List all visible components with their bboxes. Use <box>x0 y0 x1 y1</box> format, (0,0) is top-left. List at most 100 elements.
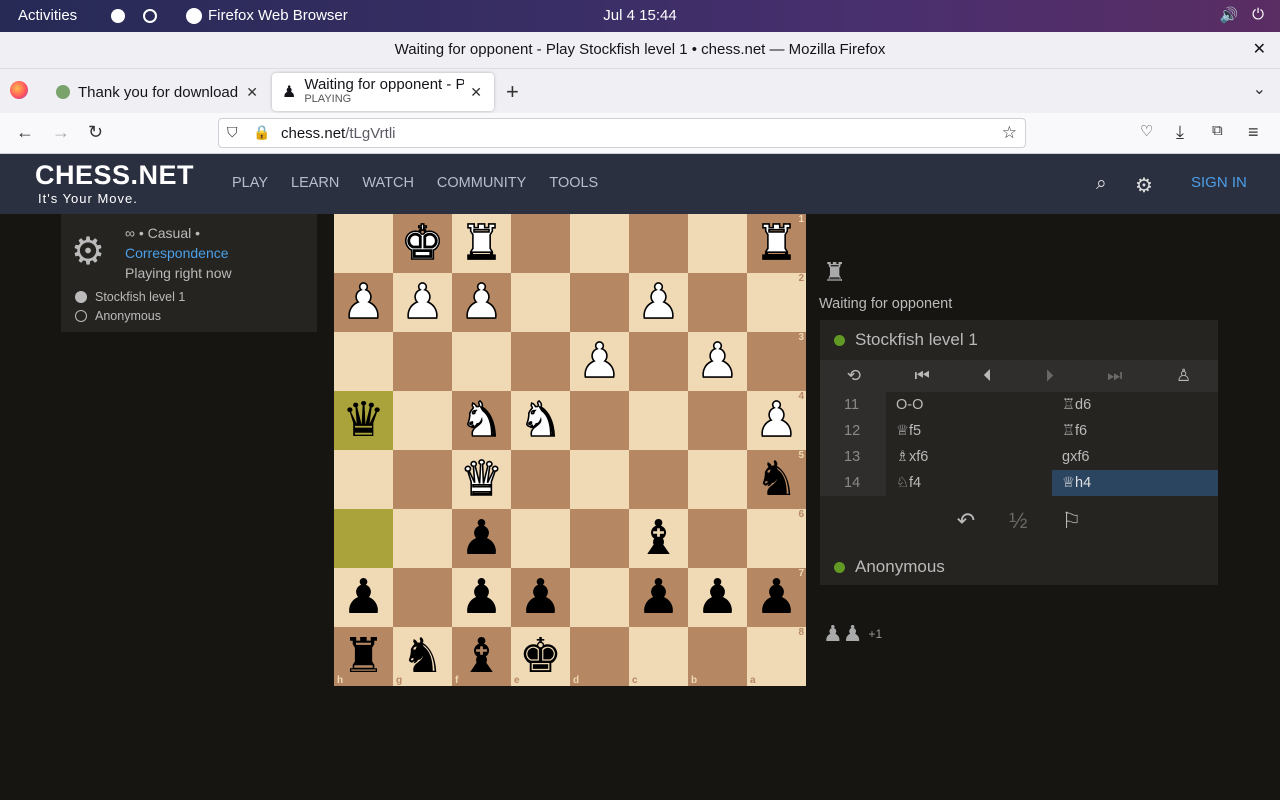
board-square[interactable]: ♟ <box>629 568 688 627</box>
search-icon[interactable]: ⌕ <box>1096 173 1107 195</box>
player-name[interactable]: Anonymous <box>95 309 161 323</box>
board-square[interactable] <box>570 391 629 450</box>
white-pawn-icon[interactable]: ♟ <box>400 277 445 327</box>
board-square[interactable] <box>511 273 570 332</box>
tab-waiting[interactable]: ♟ Waiting for opponent - Play Stockfish … <box>272 73 494 111</box>
board-square[interactable] <box>334 509 393 568</box>
system-tray[interactable]: 🔊 ⏻ <box>1219 6 1264 24</box>
chess-board[interactable]: ♚ ♜ ♜ 1 ♟ ♟ ♟ ♟ 2 ♟ ♟ 3 ♛ ♞ ♞ ♟ 4 ♛ ♞ 5 ♟ ♝ 6 ♟ ♟ ♟ ♟ ♟ ♟ 7 ♜ h ♞ g ♝ f ♚ e d c… <box>334 214 806 686</box>
board-square[interactable] <box>688 273 747 332</box>
black-move[interactable]: ♖d6 <box>1052 392 1218 418</box>
flip-board-icon[interactable]: ⟲ <box>847 366 861 386</box>
offer-draw-icon[interactable]: ½ <box>1009 508 1027 534</box>
board-square[interactable] <box>511 509 570 568</box>
board-square[interactable] <box>393 450 452 509</box>
black-knight-icon[interactable]: ♞ <box>401 632 444 681</box>
board-square[interactable] <box>629 391 688 450</box>
black-move[interactable]: gxf6 <box>1052 444 1218 470</box>
board-square[interactable] <box>511 214 570 273</box>
board-square[interactable]: ♟ <box>688 568 747 627</box>
resign-flag-icon[interactable]: ⚐ <box>1062 508 1082 534</box>
board-square[interactable]: ♚ <box>393 214 452 273</box>
black-pawn-icon[interactable]: ♟ <box>637 573 680 622</box>
board-square[interactable]: ♟ <box>334 568 393 627</box>
prev-move-icon[interactable]: ⏴ <box>983 366 992 386</box>
first-move-icon[interactable]: ⏮ <box>914 366 929 386</box>
firefox-view-icon[interactable] <box>10 81 28 99</box>
board-square[interactable]: ♟ <box>688 332 747 391</box>
menu-play[interactable]: PLAY <box>232 175 268 191</box>
back-arrow-icon[interactable]: ← <box>16 122 34 143</box>
analysis-icon[interactable]: ♙ <box>1176 366 1191 386</box>
board-square[interactable]: ♟ 4 <box>747 391 806 450</box>
black-pawn-icon[interactable]: ♟ <box>755 573 798 622</box>
board-square[interactable]: 2 <box>747 273 806 332</box>
player-name[interactable]: Anonymous <box>855 557 945 577</box>
board-square[interactable]: ♜ h <box>334 627 393 686</box>
board-square[interactable]: ♜ 1 <box>747 214 806 273</box>
board-square[interactable]: 3 <box>747 332 806 391</box>
app-menu[interactable]: Firefox Web Browser <box>186 7 348 24</box>
activities-button[interactable]: Activities <box>18 7 77 24</box>
tab-close-icon[interactable]: ✕ <box>246 84 258 101</box>
takeback-icon[interactable]: ↶ <box>957 508 975 534</box>
site-logo[interactable]: CHESS.NET <box>35 160 194 191</box>
board-square[interactable]: ♛ <box>334 391 393 450</box>
board-square[interactable] <box>688 391 747 450</box>
white-knight-icon[interactable]: ♞ <box>459 395 504 445</box>
tab-thank-you[interactable]: Thank you for downloading ✕ <box>42 73 270 111</box>
power-icon[interactable]: ⏻ <box>1252 6 1264 24</box>
shield-icon[interactable]: ⛉ <box>227 124 238 141</box>
board-square[interactable]: ♝ <box>629 509 688 568</box>
black-move[interactable]: ♕h4 <box>1052 470 1218 496</box>
black-pawn-icon[interactable]: ♟ <box>460 514 503 563</box>
white-pawn-icon[interactable]: ♟ <box>695 336 740 386</box>
reload-icon[interactable]: ↻ <box>88 122 103 143</box>
black-pawn-icon[interactable]: ♟ <box>342 573 385 622</box>
lock-icon[interactable]: 🔒 <box>253 124 270 141</box>
hamburger-menu-icon[interactable]: ≡ <box>1248 122 1259 143</box>
volume-icon[interactable]: 🔊 <box>1219 6 1238 24</box>
white-pawn-icon[interactable]: ♟ <box>636 277 681 327</box>
board-square[interactable] <box>511 332 570 391</box>
board-square[interactable] <box>393 332 452 391</box>
game-type-link[interactable]: Correspondence <box>125 245 229 261</box>
tab-list-chevron-icon[interactable]: ⌄ <box>1253 79 1266 99</box>
board-square[interactable] <box>629 214 688 273</box>
board-square[interactable] <box>570 214 629 273</box>
board-square[interactable]: ♞ g <box>393 627 452 686</box>
player-name[interactable]: Stockfish level 1 <box>95 290 185 304</box>
board-square[interactable]: ♚ e <box>511 627 570 686</box>
board-square[interactable]: ♟ <box>393 273 452 332</box>
board-square[interactable]: ♟ 7 <box>747 568 806 627</box>
board-square[interactable]: 8a <box>747 627 806 686</box>
board-square[interactable] <box>393 391 452 450</box>
board-square[interactable] <box>452 332 511 391</box>
board-square[interactable] <box>334 214 393 273</box>
board-square[interactable] <box>688 450 747 509</box>
white-rook-icon[interactable]: ♜ <box>754 218 799 268</box>
sign-in-link[interactable]: SIGN IN <box>1191 174 1247 191</box>
board-square[interactable]: ♟ <box>334 273 393 332</box>
white-knight-icon[interactable]: ♞ <box>518 395 563 445</box>
white-move[interactable]: ♕f5 <box>886 418 1052 444</box>
white-king-icon[interactable]: ♚ <box>400 218 445 268</box>
black-knight-icon[interactable]: ♞ <box>755 455 798 504</box>
white-pawn-icon[interactable]: ♟ <box>754 395 799 445</box>
menu-learn[interactable]: LEARN <box>291 175 339 191</box>
board-square[interactable]: ♟ <box>629 273 688 332</box>
board-square[interactable] <box>629 332 688 391</box>
board-square[interactable] <box>393 568 452 627</box>
board-square[interactable]: d <box>570 627 629 686</box>
black-king-icon[interactable]: ♚ <box>519 632 562 681</box>
board-square[interactable] <box>570 509 629 568</box>
board-square[interactable]: b <box>688 627 747 686</box>
white-move[interactable]: ♗xf6 <box>886 444 1052 470</box>
board-square[interactable] <box>570 450 629 509</box>
black-pawn-icon[interactable]: ♟ <box>519 573 562 622</box>
next-move-icon[interactable]: ⏵ <box>1045 366 1054 386</box>
board-square[interactable]: 6 <box>747 509 806 568</box>
black-move[interactable]: ♖f6 <box>1052 418 1218 444</box>
black-rook-icon[interactable]: ♜ <box>342 632 385 681</box>
black-queen-icon[interactable]: ♛ <box>342 396 385 445</box>
